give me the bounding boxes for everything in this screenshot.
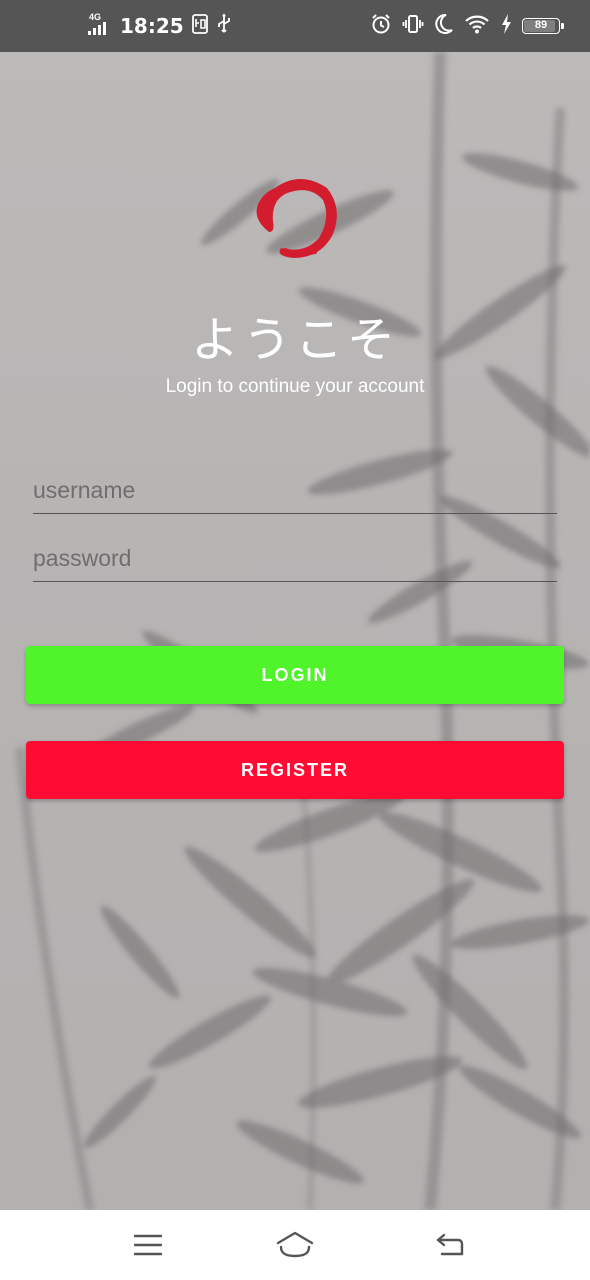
wifi-icon bbox=[464, 13, 490, 40]
enso-circle-logo bbox=[245, 168, 345, 268]
moon-icon bbox=[434, 13, 454, 40]
menu-icon[interactable] bbox=[128, 1228, 168, 1262]
signal-icon: 4G bbox=[88, 12, 112, 38]
home-icon[interactable] bbox=[275, 1228, 315, 1262]
alarm-icon bbox=[370, 13, 392, 40]
charging-icon bbox=[500, 13, 512, 40]
navigation-bar bbox=[0, 1210, 590, 1280]
status-bar: 4G 18:25 89 bbox=[0, 0, 590, 52]
usb-icon bbox=[216, 13, 232, 40]
back-icon[interactable] bbox=[430, 1228, 470, 1262]
battery-icon: 89 bbox=[522, 18, 564, 34]
clock: 18:25 bbox=[120, 14, 184, 38]
login-button[interactable]: LOGIN bbox=[26, 646, 564, 704]
username-input[interactable] bbox=[33, 468, 557, 514]
notification-icon bbox=[191, 13, 208, 39]
network-type: 4G bbox=[89, 12, 102, 22]
login-subtitle: Login to continue your account bbox=[165, 376, 425, 397]
register-button[interactable]: REGISTER bbox=[26, 741, 564, 799]
status-left: 4G 18:25 bbox=[88, 0, 232, 52]
battery-level: 89 bbox=[534, 19, 548, 31]
vibrate-icon bbox=[402, 13, 424, 40]
status-right: 89 bbox=[370, 0, 564, 52]
password-input[interactable] bbox=[33, 536, 557, 582]
welcome-title: ようこそ bbox=[190, 312, 399, 368]
